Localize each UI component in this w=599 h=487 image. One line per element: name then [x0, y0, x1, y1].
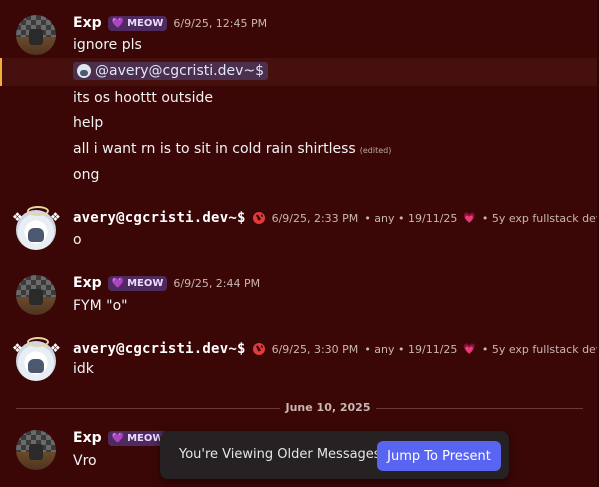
message-text: all i want rn is to sit in cold rain shi… [73, 141, 391, 157]
message-header: Exp 💜 MEOW 6/9/25, 12:45 PM [73, 15, 267, 31]
tag-label: MEOW [127, 432, 164, 444]
message-header: avery@cgcristi.dev~$ 6/9/25, 3:30 PM • a… [73, 341, 599, 357]
user-tag[interactable]: 💜 MEOW [107, 15, 168, 31]
message-group: ❖ ❖ avery@cgcristi.dev~$ 6/9/25, 3:30 PM… [0, 336, 599, 391]
author-name[interactable]: avery@cgcristi.dev~$ [73, 341, 246, 357]
older-messages-text: You're Viewing Older Messages [179, 447, 381, 462]
heart-icon: 💜 [111, 277, 125, 289]
avatar[interactable] [16, 275, 56, 315]
user-tag[interactable]: 💜 MEOW [107, 275, 168, 291]
message-text: ong [73, 167, 100, 183]
message-text: its os hoottt outside [73, 90, 213, 106]
user-meta: • 5y exp fullstack dev [481, 211, 599, 225]
tag-label: MEOW [127, 277, 164, 289]
message-text-content: all i want rn is to sit in cold rain shi… [73, 141, 356, 157]
avatar[interactable] [16, 15, 56, 55]
wing-icon: ❖ [12, 210, 23, 224]
message-header: avery@cgcristi.dev~$ 6/9/25, 2:33 PM • a… [73, 210, 599, 226]
author-name[interactable]: avery@cgcristi.dev~$ [73, 210, 246, 226]
wing-icon: ❖ [12, 341, 23, 355]
timestamp: 6/9/25, 12:45 PM [173, 16, 268, 30]
date-divider-line [16, 408, 280, 409]
author-name[interactable]: Exp [73, 430, 102, 446]
message-header: Exp 💜 MEOW [73, 430, 168, 446]
message-group: Exp 💜 MEOW 6/9/25, 2:44 PM FYM "o" [0, 270, 599, 325]
tag-label: MEOW [127, 17, 164, 29]
halo-icon [27, 206, 49, 216]
user-mention[interactable]: @avery@cgcristi.dev~$ [73, 62, 268, 80]
message-text: Vro [73, 453, 97, 469]
date-divider: June 10, 2025 [280, 401, 376, 414]
message-text: FYM "o" [73, 298, 128, 314]
jump-to-present-button[interactable]: Jump To Present [377, 441, 501, 471]
pink-heart-icon: 💗 [463, 212, 476, 224]
globe-icon [252, 212, 265, 224]
wing-icon: ❖ [50, 210, 61, 224]
mention-avatar-icon [77, 64, 91, 78]
mention-label: @avery@cgcristi.dev~$ [95, 63, 264, 79]
timestamp: 6/9/25, 2:44 PM [173, 276, 261, 290]
user-meta: • any • 19/11/25 [364, 211, 458, 225]
message-text: o [73, 232, 82, 248]
timestamp: 6/9/25, 3:30 PM [271, 342, 359, 356]
edited-label: (edited) [359, 146, 392, 155]
wing-icon: ❖ [50, 341, 61, 355]
message-header: Exp 💜 MEOW 6/9/25, 2:44 PM [73, 275, 260, 291]
mention-accent [0, 58, 2, 86]
author-name[interactable]: Exp [73, 15, 102, 31]
user-meta: • 5y exp fullstack dev [481, 342, 599, 356]
message-text: idk [73, 361, 94, 377]
pink-heart-icon: 💗 [463, 343, 476, 355]
author-name[interactable]: Exp [73, 275, 102, 291]
older-messages-bar: You're Viewing Older Messages Jump To Pr… [160, 431, 509, 479]
heart-icon: 💜 [111, 432, 125, 444]
message-text: help [73, 115, 104, 131]
halo-icon [27, 337, 49, 347]
user-tag[interactable]: 💜 MEOW [107, 430, 168, 446]
globe-icon [252, 343, 265, 355]
heart-icon: 💜 [111, 17, 125, 29]
user-meta: • any • 19/11/25 [364, 342, 458, 356]
message-group: ❖ ❖ avery@cgcristi.dev~$ 6/9/25, 2:33 PM… [0, 205, 599, 260]
message-text: ignore pls [73, 37, 142, 53]
timestamp: 6/9/25, 2:33 PM [271, 211, 359, 225]
date-divider-line [376, 408, 583, 409]
avatar[interactable] [16, 430, 56, 470]
